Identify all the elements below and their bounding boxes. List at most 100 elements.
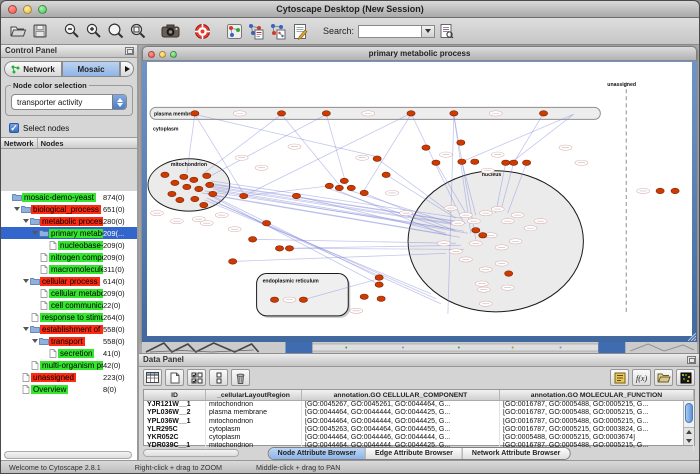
window-titlebar[interactable]: Cytoscape Desktop (New Session) <box>1 1 699 18</box>
float-data-panel-icon[interactable] <box>687 356 696 364</box>
delete-attribute-button[interactable] <box>231 369 250 386</box>
network-node[interactable] <box>523 160 531 165</box>
zoom-in-button[interactable] <box>83 20 105 42</box>
expand-triangle-icon[interactable] <box>22 327 29 331</box>
network-node[interactable] <box>347 185 355 190</box>
network-node[interactable] <box>195 186 203 191</box>
save-button[interactable] <box>29 20 51 42</box>
network-node[interactable] <box>180 174 188 179</box>
column-header-region[interactable]: _cellularLayoutRegion <box>206 390 302 400</box>
snapshot-button[interactable] <box>159 20 181 42</box>
tab-mosaic[interactable]: Mosaic <box>62 61 120 77</box>
tree-row[interactable]: cellular process614(0) <box>1 275 137 287</box>
network-node[interactable] <box>322 111 330 116</box>
tree-row[interactable]: nitrogen compo209(0) <box>1 251 137 263</box>
unselect-attributes-button[interactable] <box>209 369 228 386</box>
network-node[interactable] <box>656 188 664 193</box>
tree-row[interactable]: establishment of lo558(0) <box>1 323 137 335</box>
network-node[interactable] <box>539 111 547 116</box>
network-node[interactable] <box>209 191 217 196</box>
network-node[interactable] <box>176 197 184 202</box>
formula-button[interactable]: f(x) <box>632 369 651 386</box>
resize-grip-icon[interactable] <box>688 333 696 341</box>
column-header-cellular-component[interactable]: annotation.GO CELLULAR_COMPONENT <box>302 390 500 400</box>
tab-network-attribute-browser[interactable]: Network Attribute Browser <box>463 448 569 459</box>
network-node[interactable] <box>671 188 679 193</box>
table-row[interactable]: YKR052Ccytoplasm[GO:0044464, GO:0044446,… <box>144 434 694 442</box>
expand-triangle-icon[interactable] <box>31 231 38 235</box>
vizmapper-button[interactable] <box>223 20 245 42</box>
attribute-matrix-button[interactable] <box>676 369 695 386</box>
tab-edge-attribute-browser[interactable]: Edge Attribute Browser <box>366 448 463 459</box>
tab-node-attribute-browser[interactable]: Node Attribute Browser <box>269 448 366 459</box>
table-vscrollbar[interactable] <box>683 401 694 445</box>
scroll-down-icon[interactable] <box>686 439 692 443</box>
tree-row[interactable]: response to stimulu264(0) <box>1 311 137 323</box>
tree-row[interactable]: macromolecule311(0) <box>1 263 137 275</box>
select-attributes-button[interactable] <box>187 369 206 386</box>
network-node[interactable] <box>422 145 430 150</box>
network-node[interactable] <box>203 173 211 178</box>
network-node[interactable] <box>249 237 257 242</box>
network-overlay-button[interactable] <box>245 20 267 42</box>
expand-triangle-icon[interactable] <box>13 207 20 211</box>
tree-row[interactable]: biological_process651(0) <box>1 203 137 215</box>
column-header-id[interactable]: ID <box>144 390 206 400</box>
tree-row[interactable]: primary metabo209(... <box>1 227 137 239</box>
control-panel-hscrollbar[interactable] <box>4 451 132 459</box>
expand-triangle-icon[interactable] <box>22 279 29 283</box>
tree-row[interactable]: nucleobase-209(0) <box>1 239 137 251</box>
expand-triangle-icon[interactable] <box>31 339 38 343</box>
tree-header-network[interactable]: Network <box>1 138 38 148</box>
network-node[interactable] <box>262 220 270 225</box>
network-node[interactable] <box>325 183 333 188</box>
network-node[interactable] <box>373 156 381 161</box>
network-window-titlebar[interactable]: primary metabolic process <box>142 46 697 61</box>
network-node[interactable] <box>502 160 510 165</box>
search-input[interactable] <box>358 25 422 38</box>
table-row[interactable]: YLR295Ccytoplasm[GO:0045263, GO:0044464,… <box>144 426 694 434</box>
network-node[interactable] <box>377 296 385 301</box>
network-node[interactable] <box>340 178 348 183</box>
network-node[interactable] <box>277 111 285 116</box>
search-dropdown-button[interactable] <box>422 25 435 38</box>
vscrollbar-thumb[interactable] <box>685 403 693 423</box>
network-node[interactable] <box>360 190 368 195</box>
network-node[interactable] <box>171 180 179 185</box>
attribute-list-button[interactable] <box>610 369 629 386</box>
tree-row[interactable]: unassigned223(0) <box>1 371 137 383</box>
new-attribute-button[interactable] <box>165 369 184 386</box>
network-node[interactable] <box>472 228 480 233</box>
table-row[interactable]: YJR121W__1mitochondrion[GO:0045267, GO:0… <box>144 401 694 409</box>
network-node[interactable] <box>375 282 383 287</box>
tree-row[interactable]: transport558(0) <box>1 335 137 347</box>
table-row[interactable]: YPL036W__1mitochondrion[GO:0044464, GO:0… <box>144 418 694 426</box>
network-node[interactable] <box>375 275 383 280</box>
network-node[interactable] <box>471 159 479 164</box>
network-node[interactable] <box>200 202 208 207</box>
annotation-button[interactable] <box>289 20 311 42</box>
tab-overflow-button[interactable] <box>120 61 134 77</box>
import-attributes-button[interactable] <box>654 369 673 386</box>
search-config-button[interactable] <box>435 20 457 42</box>
network-node[interactable] <box>450 111 458 116</box>
table-hscrollbar[interactable] <box>143 449 239 457</box>
zoom-fit-button[interactable] <box>127 20 149 42</box>
network-node[interactable] <box>275 246 283 251</box>
network-canvas[interactable]: plasma membranecytoplasmmitochondrionnuc… <box>147 62 692 336</box>
zoom-out-button[interactable] <box>61 20 83 42</box>
network-node[interactable] <box>479 233 487 238</box>
help-button[interactable] <box>191 20 213 42</box>
network-node[interactable] <box>161 172 169 177</box>
node-color-dropdown[interactable]: transporter activity <box>11 94 127 110</box>
open-button[interactable] <box>7 20 29 42</box>
select-nodes-checkbox[interactable]: ✓ <box>9 123 19 133</box>
column-header-molecular-function[interactable]: annotation.GO MOLECULAR_FUNCTION <box>500 390 694 400</box>
table-row[interactable]: YPL036W__2plasma membrane[GO:0044464, GO… <box>144 409 694 417</box>
tree-row[interactable]: cell communicat22(0) <box>1 299 137 311</box>
network-node[interactable] <box>360 294 368 299</box>
network-node[interactable] <box>458 159 466 164</box>
network-node[interactable] <box>432 160 440 165</box>
zoom-selected-button[interactable] <box>105 20 127 42</box>
network-node[interactable] <box>229 259 237 264</box>
